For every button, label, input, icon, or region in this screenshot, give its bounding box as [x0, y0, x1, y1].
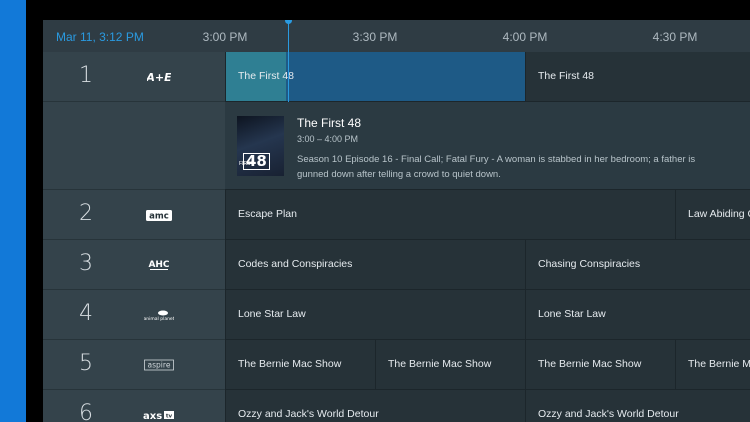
detail-title: The First 48: [297, 116, 362, 130]
program-title: The First 48: [238, 70, 295, 82]
ahc-logo-icon: AHC: [143, 258, 175, 272]
channel-cell[interactable]: 3 AHC: [43, 240, 225, 290]
program-cell[interactable]: The Bernie Mac Show: [375, 340, 525, 390]
channel-number: 4: [79, 301, 93, 326]
program-detail[interactable]: FIRST 48 The First 48 3:00 – 4:00 PM Sea…: [225, 102, 750, 190]
detail-time: 3:00 – 4:00 PM: [297, 134, 359, 144]
program-title: Lone Star Law: [538, 308, 606, 320]
program-cell[interactable]: Law Abiding Ci: [675, 190, 750, 240]
svg-text:tv: tv: [166, 414, 173, 420]
channel-cell[interactable]: 2 amc: [43, 190, 225, 240]
time-slot-330: 3:30 PM: [352, 30, 398, 44]
svg-text:AHC: AHC: [148, 260, 169, 270]
program-cell[interactable]: Ozzy and Jack's World Detour: [225, 390, 525, 422]
channel-number: 2: [79, 201, 93, 226]
time-slot-430: 4:30 PM: [652, 30, 698, 44]
program-cell[interactable]: The Bernie Mac Show: [225, 340, 375, 390]
program-cell[interactable]: Ozzy and Jack's World Detour: [525, 390, 750, 422]
program-cell[interactable]: Escape Plan: [225, 190, 675, 240]
channel-number: 5: [79, 351, 93, 376]
program-title: The Bernie Ma: [688, 358, 750, 370]
ae-logo-icon: A+E: [143, 70, 175, 84]
channel-number: 1: [79, 63, 93, 88]
program-cell[interactable]: The First 48: [525, 52, 750, 102]
detail-spacer: [43, 102, 225, 190]
current-datetime: Mar 11, 3:12 PM: [56, 30, 144, 44]
time-slot-400: 4:00 PM: [502, 30, 548, 44]
svg-text:A+E: A+E: [147, 71, 171, 83]
channel-number: 3: [79, 251, 93, 276]
program-title: Escape Plan: [238, 208, 297, 220]
animal-planet-logo-icon: animal planet: [143, 308, 175, 322]
channel-cell[interactable]: 5 aspire: [43, 340, 225, 390]
program-title: The Bernie Mac Show: [388, 358, 492, 370]
channel-number: 6: [79, 401, 93, 422]
channel-row-2: 2 amc Escape Plan Law Abiding Ci: [43, 190, 750, 240]
program-detail-panel: FIRST 48 The First 48 3:00 – 4:00 PM Sea…: [43, 102, 750, 190]
program-title: The First 48: [538, 70, 595, 82]
program-cell[interactable]: Lone Star Law: [525, 290, 750, 340]
program-guide: Mar 11, 3:12 PM 3:00 PM 3:30 PM 4:00 PM …: [43, 20, 750, 422]
program-title: The Bernie Mac Show: [538, 358, 642, 370]
svg-text:axs: axs: [143, 411, 162, 421]
program-title: The Bernie Mac Show: [238, 358, 342, 370]
program-title: Codes and Conspiracies: [238, 258, 353, 270]
program-title: Chasing Conspiracies: [538, 258, 641, 270]
current-time-line: [288, 20, 289, 102]
svg-text:aspire: aspire: [148, 361, 171, 370]
svg-text:animal planet: animal planet: [144, 316, 174, 321]
program-poster: FIRST 48: [237, 116, 284, 176]
program-title: Ozzy and Jack's World Detour: [238, 408, 379, 420]
channel-row-6: 6 axs tv Ozzy and Jack's World Detour Ozz…: [43, 390, 750, 422]
program-cell-selected[interactable]: The First 48: [225, 52, 525, 102]
channel-cell[interactable]: 6 axs tv: [43, 390, 225, 422]
channel-cell[interactable]: 4 animal planet: [43, 290, 225, 340]
detail-description: Season 10 Episode 16 - Final Call; Fatal…: [297, 154, 696, 180]
svg-text:amc: amc: [149, 211, 169, 221]
channel-row-4: 4 animal planet Lone Star Law Lone Star …: [43, 290, 750, 340]
time-bar: Mar 11, 3:12 PM 3:00 PM 3:30 PM 4:00 PM …: [43, 20, 750, 53]
program-cell[interactable]: The Bernie Mac Show: [525, 340, 675, 390]
program-cell[interactable]: Codes and Conspiracies: [225, 240, 525, 290]
program-cell[interactable]: Chasing Conspiracies: [525, 240, 750, 290]
channel-row-1: 1 A+E The First 48 The First 48: [43, 52, 750, 102]
poster-number: 48: [243, 153, 270, 170]
program-cell[interactable]: The Bernie Ma: [675, 340, 750, 390]
program-title: Ozzy and Jack's World Detour: [538, 408, 679, 420]
program-cell[interactable]: Lone Star Law: [225, 290, 525, 340]
left-sidebar: [0, 0, 26, 422]
amc-logo-icon: amc: [143, 208, 175, 222]
time-slot-300: 3:00 PM: [202, 30, 248, 44]
channel-cell[interactable]: 1 A+E: [43, 52, 225, 102]
program-title: Law Abiding Ci: [688, 208, 750, 220]
program-title: Lone Star Law: [238, 308, 306, 320]
aspire-logo-icon: aspire: [143, 358, 175, 372]
axs-tv-logo-icon: axs tv: [143, 408, 175, 422]
channel-row-3: 3 AHC Codes and Conspiracies Chasing Con…: [43, 240, 750, 290]
channel-row-5: 5 aspire The Bernie Mac Show The Bernie …: [43, 340, 750, 390]
